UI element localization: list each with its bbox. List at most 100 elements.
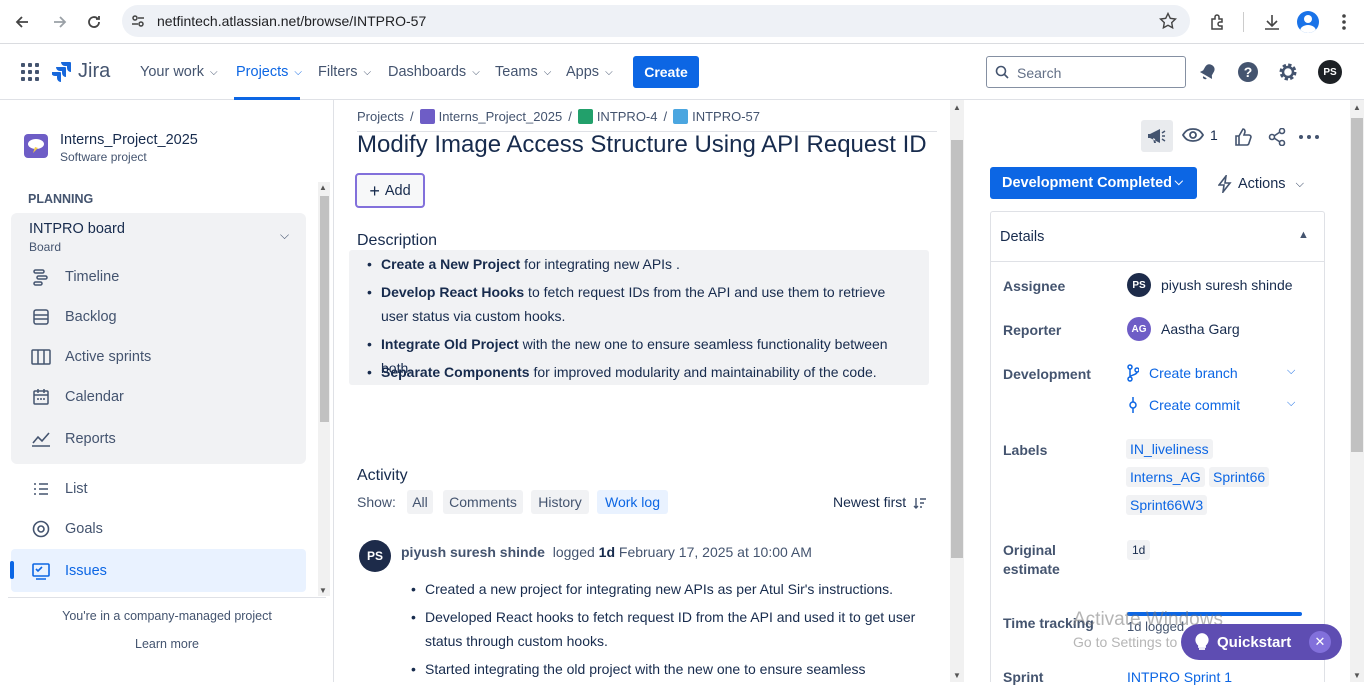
right-panel-scrollbar-thumb[interactable] — [1351, 118, 1363, 452]
sidebar-item-label: Goals — [65, 521, 103, 537]
scroll-up-arrow-icon[interactable]: ▲ — [319, 183, 327, 192]
site-info-icon[interactable] — [130, 13, 146, 29]
breadcrumb-project[interactable]: Interns_Project_2025 — [419, 109, 563, 124]
nav-apps[interactable]: Apps ⌵ — [566, 64, 613, 80]
scroll-down-arrow-icon[interactable]: ▼ — [319, 586, 327, 595]
nav-your-work[interactable]: Your work ⌵ — [140, 64, 218, 80]
scroll-down-arrow-icon[interactable]: ▼ — [1353, 671, 1361, 680]
nav-filters[interactable]: Filters ⌵ — [318, 64, 371, 80]
filter-comments[interactable]: Comments — [443, 490, 523, 514]
filter-history[interactable]: History — [531, 490, 589, 514]
settings-icon[interactable] — [1276, 60, 1300, 84]
sidebar-item-reports[interactable]: Reports — [30, 427, 300, 451]
reload-icon[interactable] — [82, 10, 106, 34]
breadcrumb-projects[interactable]: Projects — [357, 109, 404, 124]
chevron-down-icon: ⌵ — [1174, 176, 1183, 188]
sidebar-item-goals[interactable]: Goals — [30, 517, 300, 541]
original-estimate-label-line2: estimate — [1003, 561, 1060, 577]
sort-toggle[interactable]: Newest first — [833, 494, 927, 510]
issue-title[interactable]: Modify Image Access Structure Using API … — [357, 131, 927, 159]
reporter-avatar: AG — [1127, 317, 1151, 341]
feedback-button[interactable] — [1141, 120, 1173, 152]
add-button[interactable]: + Add — [355, 173, 425, 208]
menu-icon[interactable] — [1332, 10, 1356, 34]
details-header[interactable]: Details ▲ — [991, 212, 1324, 262]
share-icon[interactable] — [1268, 128, 1286, 146]
notifications-icon[interactable] — [1196, 60, 1220, 84]
project-name[interactable]: Interns_Project_2025 — [60, 132, 198, 148]
download-icon[interactable] — [1260, 10, 1284, 34]
nav-dashboards[interactable]: Dashboards ⌵ — [388, 64, 480, 80]
main-scrollbar-thumb[interactable] — [951, 140, 963, 558]
actions-button[interactable]: Actions ⌵ — [1218, 175, 1304, 193]
label-tag[interactable]: IN_liveliness — [1126, 439, 1213, 459]
star-icon[interactable] — [1159, 12, 1177, 30]
search-input[interactable]: Search — [986, 56, 1186, 88]
worklog-author[interactable]: piyush suresh shinde — [401, 544, 545, 560]
jira-logo[interactable]: Jira — [52, 60, 110, 83]
address-bar[interactable]: netfintech.atlassian.net/browse/INTPRO-5… — [122, 5, 1190, 37]
user-avatar[interactable]: PS — [1318, 60, 1342, 84]
worklog-author-avatar[interactable]: PS — [359, 540, 391, 572]
extensions-icon[interactable] — [1206, 10, 1230, 34]
nav-label: Your work — [140, 64, 204, 80]
breadcrumb-separator: / — [663, 109, 668, 124]
breadcrumb-parent[interactable]: INTPRO-4 — [577, 109, 657, 124]
more-actions-icon[interactable] — [1299, 135, 1319, 139]
quickstart-button[interactable]: Quickstart ✕ — [1181, 624, 1342, 660]
breadcrumb-project-label: Interns_Project_2025 — [438, 109, 563, 124]
status-button[interactable]: Development Completed ⌵ — [990, 167, 1197, 199]
reporter-value[interactable]: AG Aastha Garg — [1127, 317, 1240, 341]
description-item-bold: Develop React Hooks — [381, 284, 525, 300]
learn-more-link[interactable]: Learn more — [0, 637, 334, 651]
chevron-down-icon[interactable]: ⌵ — [1287, 397, 1295, 410]
activity-heading: Activity — [357, 467, 408, 484]
sidebar-item-list[interactable]: List — [30, 477, 300, 501]
scroll-up-arrow-icon[interactable]: ▲ — [1353, 103, 1361, 112]
create-branch-link[interactable]: Create branch ⌵ — [1127, 364, 1302, 382]
reporter-label: Reporter — [1003, 322, 1062, 338]
worklog-logged: logged — [552, 544, 595, 560]
sidebar-scrollbar-thumb[interactable] — [320, 196, 329, 422]
description-item-text: for integrating new APIs . — [520, 256, 680, 272]
filter-work-log[interactable]: Work log — [597, 490, 668, 514]
assignee-value[interactable]: PS piyush suresh shinde — [1127, 273, 1293, 297]
sidebar-item-issues[interactable]: Issues — [30, 559, 300, 583]
sidebar-item-active-sprints[interactable]: Active sprints — [30, 345, 300, 369]
label-tag[interactable]: Sprint66W3 — [1126, 495, 1208, 515]
worklog-header: piyush suresh shinde logged 1d February … — [401, 544, 812, 560]
app-switcher-icon[interactable] — [20, 62, 40, 82]
sidebar-item-calendar[interactable]: Calendar — [30, 385, 300, 409]
forward-icon[interactable] — [48, 10, 72, 34]
sidebar-item-timeline[interactable]: Timeline — [30, 265, 300, 289]
watch-button[interactable]: 1 — [1182, 127, 1218, 143]
filter-all[interactable]: All — [407, 490, 433, 514]
chevron-down-icon[interactable]: ⌵ — [280, 228, 289, 243]
help-icon[interactable]: ? — [1236, 60, 1260, 84]
create-commit-link[interactable]: Create commit ⌵ — [1127, 396, 1302, 414]
original-estimate-value[interactable]: 1d — [1127, 540, 1151, 560]
nav-teams[interactable]: Teams ⌵ — [495, 64, 551, 80]
create-button[interactable]: Create — [633, 56, 699, 88]
scroll-up-arrow-icon[interactable]: ▲ — [953, 103, 961, 112]
close-icon[interactable]: ✕ — [1309, 631, 1331, 653]
breadcrumb-issue[interactable]: INTPRO-57 — [673, 109, 760, 124]
board-columns-icon — [30, 346, 52, 368]
nav-projects[interactable]: Projects ⌵ — [236, 64, 302, 80]
story-icon — [577, 109, 593, 124]
description-item-bold: Create a New Project — [381, 256, 521, 272]
sprint-link[interactable]: INTPRO Sprint 1 — [1127, 669, 1232, 685]
back-icon[interactable] — [10, 10, 34, 34]
scroll-down-arrow-icon[interactable]: ▼ — [953, 671, 961, 680]
profile-icon[interactable] — [1296, 10, 1320, 34]
issues-icon — [30, 560, 52, 582]
thumbs-up-icon[interactable] — [1234, 128, 1252, 146]
board-switcher-name[interactable]: INTPRO board — [29, 221, 125, 237]
sidebar-item-backlog[interactable]: Backlog — [30, 305, 300, 329]
chevron-down-icon[interactable]: ⌵ — [1287, 365, 1295, 378]
label-tag[interactable]: Interns_AG — [1126, 467, 1205, 487]
sidebar-item-label: Timeline — [65, 269, 120, 285]
assignee-name: piyush suresh shinde — [1161, 277, 1293, 293]
label-tag[interactable]: Sprint66 — [1209, 467, 1270, 487]
project-avatar-icon — [419, 109, 435, 124]
